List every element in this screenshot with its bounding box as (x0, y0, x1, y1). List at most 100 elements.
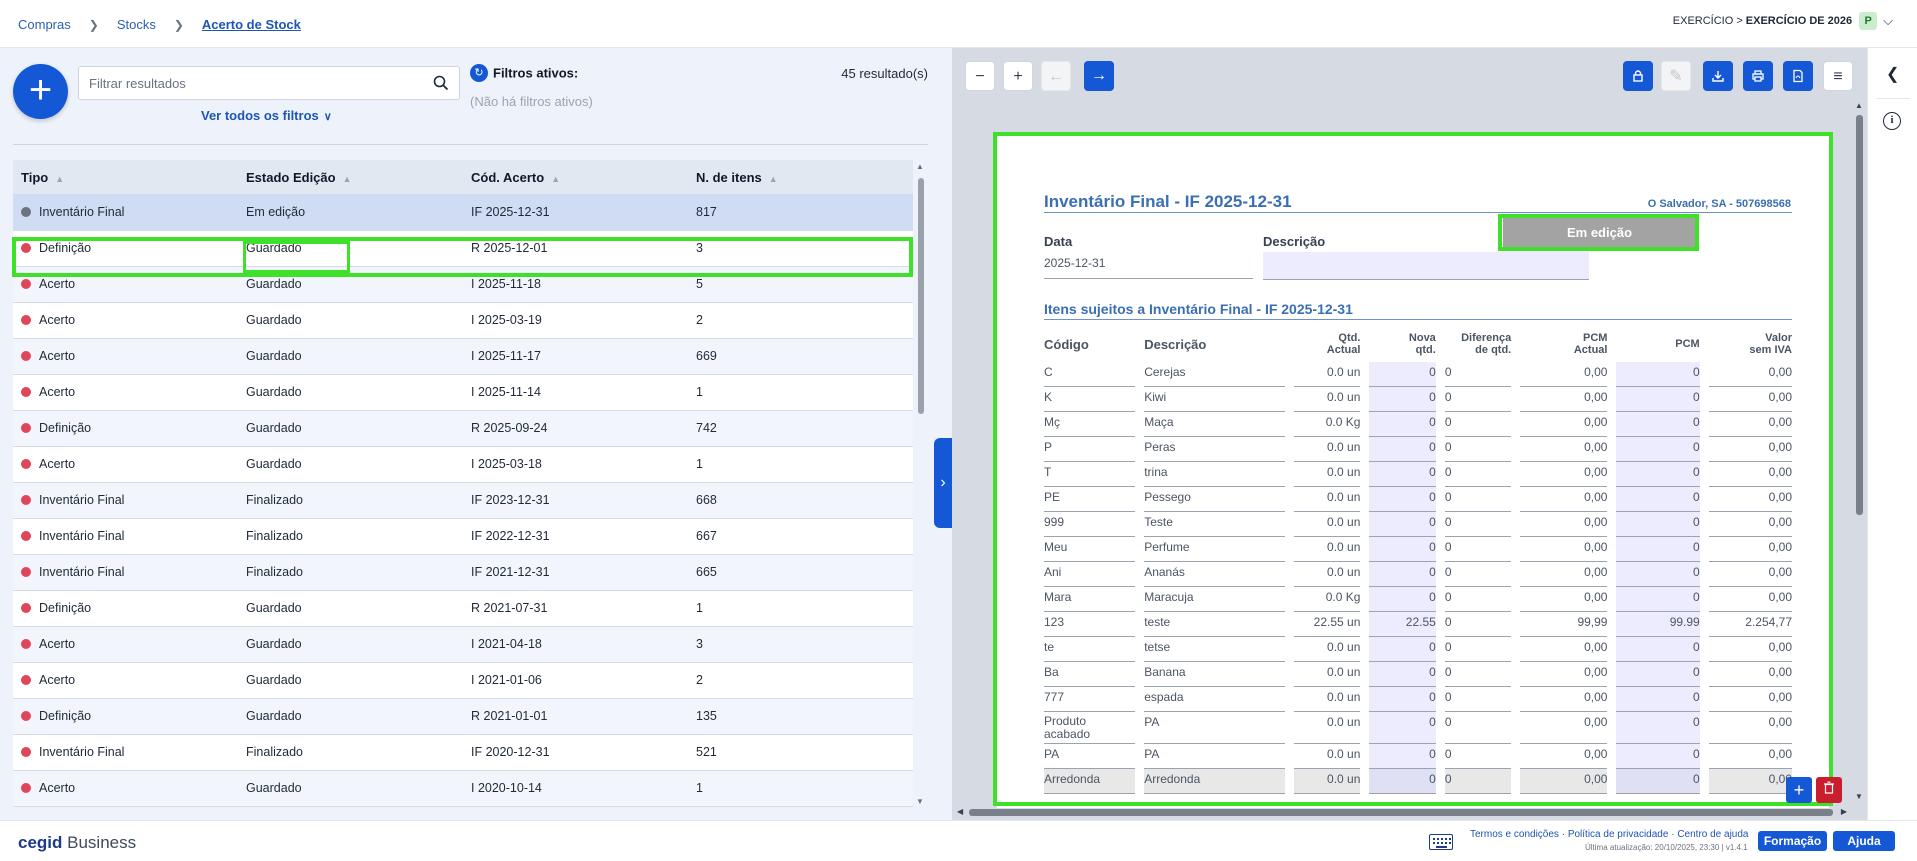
menu-button[interactable]: ≡ (1823, 61, 1853, 91)
zoom-in-button[interactable]: + (1003, 61, 1033, 91)
table-row[interactable]: Acerto Guardado I 2025-11-14 1 (13, 374, 913, 411)
item-cell[interactable]: 0 (1616, 687, 1700, 712)
delete-line-button[interactable] (1816, 777, 1842, 803)
item-cell[interactable]: 0 (1616, 637, 1700, 662)
search-input[interactable] (79, 67, 409, 99)
item-cell[interactable]: 22.55 (1369, 612, 1436, 637)
ajuda-button[interactable]: Ajuda (1833, 831, 1895, 851)
table-row[interactable]: Definição Guardado R 2021-07-31 1 (13, 590, 913, 627)
list-scrollbar[interactable]: ▲ ▼ (916, 160, 926, 808)
list-item[interactable]: 999 Teste 0.0 un 0 0 0,00 0 0,00 (1044, 512, 1792, 537)
item-cell[interactable]: 0 (1369, 744, 1436, 769)
see-all-filters-link[interactable]: Ver todos os filtros ∨ (201, 108, 332, 123)
item-cell[interactable]: 0 (1369, 587, 1436, 612)
table-row[interactable]: Acerto Guardado I 2025-03-19 2 (13, 302, 913, 339)
scroll-down-icon[interactable]: ▼ (916, 797, 924, 806)
download-button[interactable] (1703, 61, 1733, 91)
item-cell[interactable]: 0 (1616, 487, 1700, 512)
forward-button[interactable]: → (1084, 61, 1114, 91)
table-row[interactable]: Definição Guardado R 2025-12-01 3 (13, 230, 913, 267)
list-item[interactable]: Meu Perfume 0.0 un 0 0 0,00 0 0,00 (1044, 537, 1792, 562)
list-item[interactable]: Produto acabado PA 0.0 un 0 0 0,00 0 0,00 (1044, 712, 1792, 744)
item-cell[interactable]: 0 (1616, 412, 1700, 437)
table-row[interactable]: Acerto Guardado I 2025-11-18 5 (13, 266, 913, 303)
scroll-up-icon[interactable]: ▲ (1855, 101, 1863, 110)
list-item[interactable]: P Peras 0.0 un 0 0 0,00 0 0,00 (1044, 437, 1792, 462)
chevron-left-icon[interactable]: ❮ (1886, 64, 1899, 84)
item-cell[interactable]: 0 (1616, 744, 1700, 769)
col-codigo[interactable]: Cód. Acerto ▲︎ (463, 160, 688, 194)
keyboard-icon[interactable] (1429, 834, 1453, 850)
item-cell[interactable]: 0 (1616, 562, 1700, 587)
formacao-button[interactable]: Formação (1758, 831, 1827, 851)
table-row[interactable]: Inventário Final Finalizado IF 2021-12-31 6… (13, 554, 913, 591)
item-cell[interactable]: 0 (1616, 587, 1700, 612)
scroll-thumb[interactable] (918, 178, 924, 414)
item-cell[interactable]: 0 (1369, 687, 1436, 712)
info-icon[interactable]: i (1883, 112, 1901, 130)
item-cell[interactable]: 0 (1369, 387, 1436, 412)
item-cell[interactable]: 0 (1369, 637, 1436, 662)
item-cell[interactable]: 0 (1616, 437, 1700, 462)
item-cell[interactable]: 0 (1369, 462, 1436, 487)
document-vscrollbar[interactable]: ▲ ▼ (1853, 101, 1865, 801)
table-row[interactable]: Inventário Final Em edição IF 2025-12-31 81… (13, 194, 913, 231)
lock-button[interactable] (1623, 61, 1653, 91)
scroll-down-icon[interactable]: ▼ (1855, 792, 1863, 801)
scroll-thumb[interactable] (1856, 115, 1863, 515)
list-item[interactable]: Mç Maça 0.0 Kg 0 0 0,00 0 0,00 (1044, 412, 1792, 437)
item-cell[interactable]: 99.99 (1616, 612, 1700, 637)
list-item[interactable]: 777 espada 0.0 un 0 0 0,00 0 0,00 (1044, 687, 1792, 712)
list-item[interactable]: Ba Banana 0.0 un 0 0 0,00 0 0,00 (1044, 662, 1792, 687)
back-button[interactable]: ← (1041, 61, 1071, 91)
item-cell[interactable]: 0 (1616, 662, 1700, 687)
item-cell[interactable]: 0 (1616, 712, 1700, 744)
item-cell[interactable]: 0 (1369, 562, 1436, 587)
breadcrumb-acerto-stock[interactable]: Acerto de Stock (202, 17, 301, 32)
item-cell[interactable]: 0 (1369, 412, 1436, 437)
col-n-itens[interactable]: N. de itens ▲︎ (688, 160, 913, 194)
item-cell[interactable]: 0 (1369, 537, 1436, 562)
table-row[interactable]: Acerto Guardado I 2025-11-17 669 (13, 338, 913, 375)
breadcrumb-stocks[interactable]: Stocks (117, 17, 156, 32)
list-item[interactable]: Ttrina 0.0 un 0 0 0,00 0 0,00 (1044, 462, 1792, 487)
item-cell[interactable]: 0 (1369, 437, 1436, 462)
search-icon[interactable] (433, 75, 449, 91)
scroll-right-icon[interactable]: ▶ (1841, 807, 1847, 816)
add-button[interactable]: + (13, 64, 68, 119)
item-cell[interactable]: 0 (1616, 512, 1700, 537)
breadcrumb-compras[interactable]: Compras (18, 17, 71, 32)
table-row[interactable]: Acerto Guardado I 2025-03-18 1 (13, 446, 913, 483)
scroll-thumb[interactable] (969, 809, 1833, 816)
table-row[interactable]: Definição Guardado R 2021-01-01 135 (13, 698, 913, 735)
list-item[interactable]: Arredonda Arredonda 0.0 un 0 0 0,00 0 0,00 (1044, 769, 1792, 794)
chevron-down-icon[interactable]: ⌵ (1883, 13, 1893, 29)
table-row[interactable]: Acerto Guardado I 2021-04-18 3 (13, 626, 913, 663)
add-line-button[interactable]: + (1786, 777, 1812, 803)
list-item[interactable]: PA PA 0.0 un 0 0 0,00 0 0,00 (1044, 744, 1792, 769)
col-estado[interactable]: Estado Edição ▲︎ (238, 160, 463, 194)
item-cell[interactable]: 0 (1369, 362, 1436, 387)
table-row[interactable]: Acerto Guardado I 2020-10-14 1 (13, 770, 913, 807)
item-cell[interactable]: 0 (1616, 362, 1700, 387)
table-row[interactable]: Inventário Final Finalizado IF 2023-12-31 6… (13, 482, 913, 519)
item-cell[interactable]: 0 (1369, 487, 1436, 512)
item-cell[interactable]: 0 (1369, 512, 1436, 537)
scroll-left-icon[interactable]: ◀ (957, 807, 963, 816)
list-item[interactable]: Mara Maracuja 0.0 Kg 0 0 0,00 0 0,00 (1044, 587, 1792, 612)
pdf-button[interactable] (1783, 61, 1813, 91)
zoom-out-button[interactable]: − (965, 61, 995, 91)
list-item[interactable]: 123 teste 22.55 un 22.55 0 99,99 99.99 2.254,77 (1044, 612, 1792, 637)
list-item[interactable]: PE Pessego 0.0 un 0 0 0,00 0 0,00 (1044, 487, 1792, 512)
refresh-icon[interactable]: ↻ (470, 64, 488, 82)
table-row[interactable]: Inventário Final Finalizado IF 2020-12-31 5… (13, 734, 913, 771)
list-item[interactable]: C Cerejas 0.0 un 0 0 0,00 0 0,00 (1044, 362, 1792, 387)
list-item[interactable]: te tetse 0.0 un 0 0 0,00 0 0,00 (1044, 637, 1792, 662)
footer-links[interactable]: Termos e condições · Política de privaci… (1470, 829, 1748, 840)
table-row[interactable]: Acerto Guardado I 2021-01-06 2 (13, 662, 913, 699)
item-cell[interactable]: 0 (1369, 769, 1436, 794)
list-item[interactable]: K Kiwi 0.0 un 0 0 0,00 0 0,00 (1044, 387, 1792, 412)
item-cell[interactable]: 0 (1616, 462, 1700, 487)
item-cell[interactable]: 0 (1616, 387, 1700, 412)
scroll-up-icon[interactable]: ▲ (916, 162, 924, 171)
